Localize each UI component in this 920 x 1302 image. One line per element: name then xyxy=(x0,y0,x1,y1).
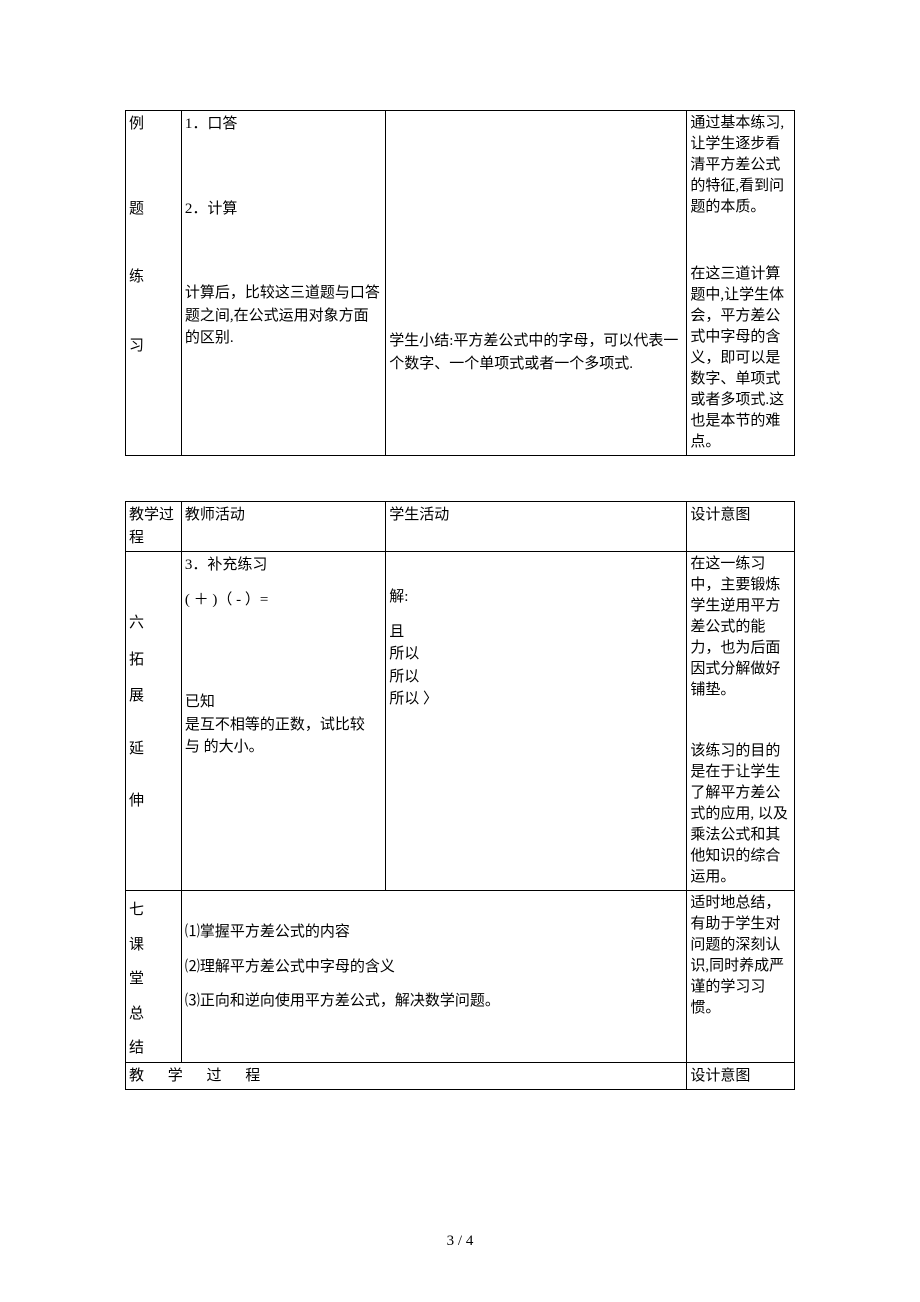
table-gap xyxy=(125,456,795,501)
cell-design-intent: 适时地总结，有助于学生对问题的深刻认识,同时养成严谨的学习习惯。 xyxy=(687,891,795,1063)
cell-student-activity: 解: 且 所以 所以 所以 〉 xyxy=(386,552,687,891)
label-char: 七 xyxy=(129,899,178,922)
text-point-3: ⑶正向和逆向使用平方差公式，解决数学问题。 xyxy=(185,990,684,1013)
text-intent-1: 在这一练习中，主要锻炼学生逆用平方差公式的能力，也为后面因式分解做好铺垫。 xyxy=(690,554,791,701)
label-char: 拓 xyxy=(129,649,178,672)
cell-design-intent: 通过基本练习,让学生逐步看清平方差公式的特征,看到问题的本质。 在这三道计算题中… xyxy=(687,111,795,456)
text-point-1: ⑴掌握平方差公式的内容 xyxy=(185,921,684,944)
table-2: 教学过程 教师活动 学生活动 设计意图 六 拓 展 延 伸 3．补充练习 ( ＋ xyxy=(125,501,795,1090)
cell-student-activity: 学生小结:平方差公式中的字母，可以代表一个数字、一个单项式或者一个多项式. xyxy=(386,111,687,456)
cell-teacher-activity: 3．补充练习 ( ＋ )（ - ）= 已知 是互不相等的正数，试比较 与 的大小… xyxy=(181,552,385,891)
label-char: 练 xyxy=(129,266,178,289)
text-intent-1: 通过基本练习,让学生逐步看清平方差公式的特征,看到问题的本质。 xyxy=(690,113,791,218)
text-known: 已知 xyxy=(185,691,382,714)
label-char: 结 xyxy=(129,1037,178,1060)
page: 例 题 练 习 1．口答 2．计算 计算后，比较这三道题与口答题之间,在公式运用… xyxy=(0,0,920,1302)
cell-section-label: 六 拓 展 延 伸 xyxy=(126,552,182,891)
text-so2: 所以 xyxy=(389,666,683,689)
table-row: 例 题 练 习 1．口答 2．计算 计算后，比较这三道题与口答题之间,在公式运用… xyxy=(126,111,795,456)
cell-section-label: 例 题 练 习 xyxy=(126,111,182,456)
text-compute: 2．计算 xyxy=(185,198,382,221)
cell-section-label: 七 课 堂 总 结 xyxy=(126,891,182,1063)
hdr-teacher: 教师活动 xyxy=(181,502,385,552)
label-char: 题 xyxy=(129,198,178,221)
hdr-student: 学生活动 xyxy=(386,502,687,552)
hdr-process: 教学过程 xyxy=(126,502,182,552)
label-char: 例 xyxy=(129,113,178,136)
hdr-intent: 设计意图 xyxy=(687,502,795,552)
text-intent-2: 在这三道计算题中,让学生体会，平方差公式中字母的含义，即可以是数字、单项式或者多… xyxy=(690,264,791,453)
table-row: 七 课 堂 总 结 ⑴掌握平方差公式的内容 ⑵理解平方差公式中字母的含义 ⑶正向… xyxy=(126,891,795,1063)
cell-design-intent-label: 设计意图 xyxy=(687,1062,795,1090)
label-char: 六 xyxy=(129,612,178,635)
label-char: 习 xyxy=(129,335,178,358)
cell-design-intent: 在这一练习中，主要锻炼学生逆用平方差公式的能力，也为后面因式分解做好铺垫。 该练… xyxy=(687,552,795,891)
text-and: 且 xyxy=(389,621,683,644)
label-char: 总 xyxy=(129,1003,178,1026)
text-student-summary: 学生小结:平方差公式中的字母，可以代表一个数字、一个单项式或者一个多项式. xyxy=(389,330,683,375)
text-intent-2: 该练习的目的是在于让学生了解平方差公式的应用, 以及乘法公式和其他知识的综合运用… xyxy=(690,741,791,888)
label-char: 伸 xyxy=(129,790,178,813)
label-char: 展 xyxy=(129,685,178,708)
text-process: 教 学 过 程 xyxy=(129,1068,270,1084)
page-number: 3 / 4 xyxy=(0,1230,920,1253)
text-solution: 解: xyxy=(389,586,683,609)
table-row: 教 学 过 程 设计意图 xyxy=(126,1062,795,1090)
table-row: 六 拓 展 延 伸 3．补充练习 ( ＋ )（ - ）= 已知 是互不相等的正数… xyxy=(126,552,795,891)
text-supplement: 3．补充练习 xyxy=(185,554,382,577)
text-compare: 计算后，比较这三道题与口答题之间,在公式运用对象方面的区别. xyxy=(185,282,382,350)
cell-process-label: 教 学 过 程 xyxy=(126,1062,687,1090)
text-compare-size: 是互不相等的正数，试比较 与 的大小。 xyxy=(185,714,382,759)
label-char: 延 xyxy=(129,738,178,761)
table-1: 例 题 练 习 1．口答 2．计算 计算后，比较这三道题与口答题之间,在公式运用… xyxy=(125,110,795,456)
cell-summary-content: ⑴掌握平方差公式的内容 ⑵理解平方差公式中字母的含义 ⑶正向和逆向使用平方差公式… xyxy=(181,891,687,1063)
text-so1: 所以 xyxy=(389,643,683,666)
cell-teacher-activity: 1．口答 2．计算 计算后，比较这三道题与口答题之间,在公式运用对象方面的区别. xyxy=(181,111,385,456)
text-so3: 所以 〉 xyxy=(389,688,683,711)
label-char: 堂 xyxy=(129,968,178,991)
label-char: 课 xyxy=(129,934,178,957)
text-point-2: ⑵理解平方差公式中字母的含义 xyxy=(185,956,684,979)
text-oral: 1．口答 xyxy=(185,113,382,136)
table-row: 教学过程 教师活动 学生活动 设计意图 xyxy=(126,502,795,552)
text-formula: ( ＋ )（ - ）= xyxy=(185,589,382,612)
